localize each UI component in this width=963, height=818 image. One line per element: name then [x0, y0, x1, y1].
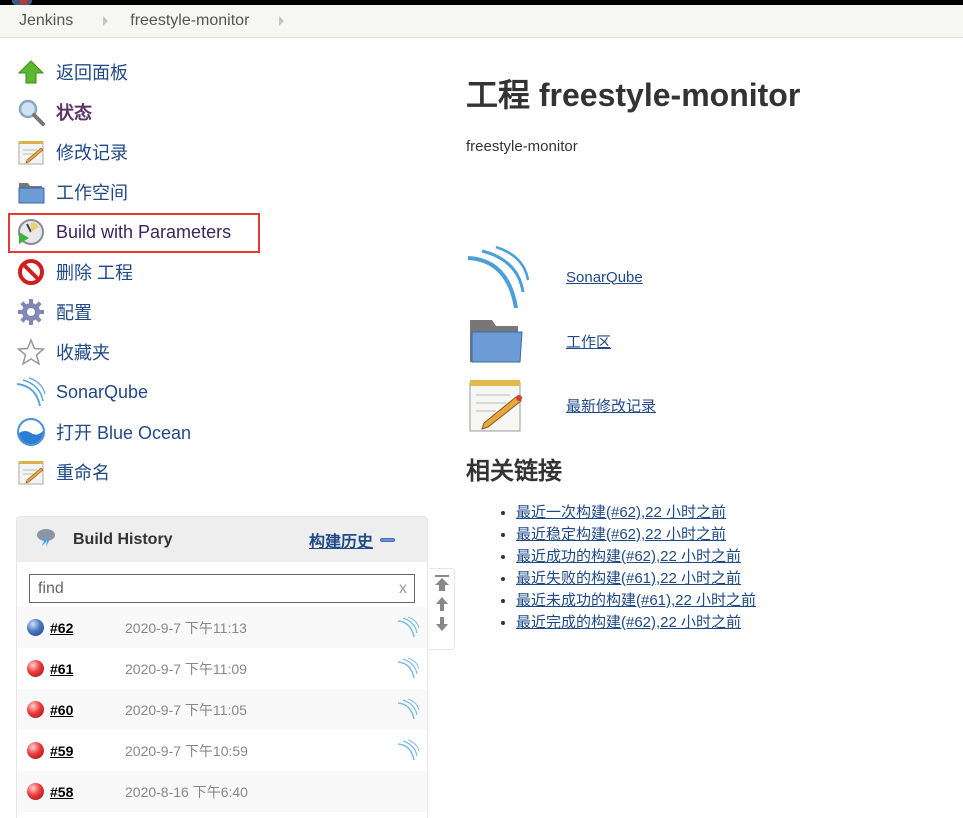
- sidebar-item-build-with-parameters[interactable]: Build with Parameters: [8, 212, 276, 253]
- page-up-icon[interactable]: [435, 597, 448, 611]
- build-row: #62 2020-9-7 下午11:13: [17, 607, 427, 648]
- sidebar-item-rename[interactable]: 重命名: [16, 452, 276, 492]
- sonarqube-icon[interactable]: [397, 739, 420, 766]
- breadcrumb: Jenkins freestyle-monitor: [0, 5, 963, 38]
- build-date[interactable]: 2020-9-7 下午11:09: [125, 659, 247, 679]
- sonarqube-icon: [16, 377, 46, 407]
- build-row: #61 2020-9-7 下午11:09: [17, 648, 427, 689]
- weather-cloud-icon: [35, 526, 57, 553]
- related-link[interactable]: 最近成功的构建(#62),22 小时之前: [516, 548, 741, 565]
- breadcrumb-project[interactable]: freestyle-monitor: [130, 12, 249, 30]
- breadcrumb-chevron-icon[interactable]: [279, 16, 285, 26]
- build-list: #62 2020-9-7 下午11:13 #61 2020-9-7 下午11:0…: [17, 607, 427, 812]
- build-search-input[interactable]: find x: [29, 574, 415, 603]
- related-links-title: 相关链接: [466, 458, 562, 485]
- build-date[interactable]: 2020-8-16 下午6:40: [125, 782, 248, 802]
- sonarqube-icon[interactable]: [466, 245, 546, 309]
- sidebar-item-favorite[interactable]: 收藏夹: [16, 332, 276, 372]
- sidebar-item-sonarqube[interactable]: SonarQube: [16, 372, 276, 412]
- up-arrow-icon: [16, 57, 46, 87]
- folder-icon: [16, 177, 46, 207]
- sidebar-item-blue-ocean[interactable]: 打开 Blue Ocean: [16, 412, 276, 452]
- build-number-link[interactable]: #58: [50, 784, 125, 800]
- gear-icon: [16, 297, 46, 327]
- related-link-item: 最近一次构建(#62),22 小时之前: [516, 502, 800, 524]
- page-top-icon[interactable]: [434, 575, 449, 591]
- related-link[interactable]: 最近稳定构建(#62),22 小时之前: [516, 526, 726, 543]
- page-title: 工程 freestyle-monitor: [466, 77, 801, 113]
- related-link[interactable]: 最近一次构建(#62),22 小时之前: [516, 504, 726, 521]
- sonarqube-icon[interactable]: [397, 657, 420, 684]
- related-link[interactable]: 最近失败的构建(#61),22 小时之前: [516, 570, 741, 587]
- notepad-icon: [16, 137, 46, 167]
- build-status-ball-icon: [27, 619, 44, 636]
- related-links-list: 最近一次构建(#62),22 小时之前最近稳定构建(#62),22 小时之前最近…: [466, 502, 800, 634]
- build-history-title: Build History: [73, 530, 173, 548]
- build-number-link[interactable]: #59: [50, 743, 125, 759]
- related-link[interactable]: 最近未成功的构建(#61),22 小时之前: [516, 592, 756, 609]
- build-number-link[interactable]: #61: [50, 661, 125, 677]
- project-actions: SonarQube 工作区 最新修改记录: [466, 245, 800, 437]
- breadcrumb-jenkins[interactable]: Jenkins: [19, 12, 73, 30]
- build-status-ball-icon: [27, 660, 44, 677]
- build-date[interactable]: 2020-9-7 下午11:05: [125, 700, 247, 720]
- related-link-item: 最近稳定构建(#62),22 小时之前: [516, 524, 800, 546]
- side-panel-tasks: 返回面板 状态 修改记录 工作空间 Build with Parameters …: [8, 52, 276, 492]
- build-trend-link[interactable]: 构建历史: [309, 528, 395, 552]
- breadcrumb-chevron-icon[interactable]: [103, 16, 109, 26]
- related-link[interactable]: 最近完成的构建(#62),22 小时之前: [516, 614, 741, 631]
- sonarqube-link[interactable]: SonarQube: [566, 269, 643, 286]
- main-panel: 工程 freestyle-monitor freestyle-monitor S…: [466, 60, 800, 634]
- action-recent-changes: 最新修改记录: [466, 373, 800, 437]
- collapse-minus-icon[interactable]: [380, 537, 395, 542]
- build-row: #58 2020-8-16 下午6:40: [17, 771, 427, 812]
- sonarqube-icon[interactable]: [397, 698, 420, 725]
- notepad-icon[interactable]: [466, 373, 546, 437]
- build-date[interactable]: 2020-9-7 下午11:13: [125, 618, 247, 638]
- build-status-ball-icon: [27, 742, 44, 759]
- sidebar-item-changes[interactable]: 修改记录: [16, 132, 276, 172]
- project-description: freestyle-monitor: [466, 138, 578, 155]
- search-icon: [16, 97, 46, 127]
- build-date[interactable]: 2020-9-7 下午10:59: [125, 741, 248, 761]
- related-link-item: 最近未成功的构建(#61),22 小时之前: [516, 590, 800, 612]
- sidebar-item-configure[interactable]: 配置: [16, 292, 276, 332]
- build-search-placeholder: find: [38, 579, 64, 597]
- build-status-ball-icon: [27, 701, 44, 718]
- folder-icon[interactable]: [466, 309, 546, 373]
- clear-search-button[interactable]: x: [399, 580, 407, 598]
- sidebar-item-status[interactable]: 状态: [16, 92, 276, 132]
- sonarqube-icon[interactable]: [397, 616, 420, 643]
- action-sonarqube: SonarQube: [466, 245, 800, 309]
- action-workspace: 工作区: [466, 309, 800, 373]
- build-number-link[interactable]: #60: [50, 702, 125, 718]
- build-trend-label: 构建历史: [308, 533, 373, 551]
- sidebar-item-back-to-dashboard[interactable]: 返回面板: [16, 52, 276, 92]
- star-icon: [16, 337, 46, 367]
- sidebar-item-workspace[interactable]: 工作空间: [16, 172, 276, 212]
- workspace-link[interactable]: 工作区: [566, 331, 611, 352]
- blue-ocean-icon: [16, 417, 46, 447]
- page-down-icon[interactable]: [435, 617, 448, 631]
- notepad-icon: [16, 457, 46, 487]
- build-number-link[interactable]: #62: [50, 620, 125, 636]
- related-link-item: 最近成功的构建(#62),22 小时之前: [516, 546, 800, 568]
- recent-changes-link[interactable]: 最新修改记录: [566, 395, 656, 416]
- build-history-header: Build History 构建历史: [17, 517, 427, 562]
- build-status-ball-icon: [27, 783, 44, 800]
- no-entry-icon: [16, 257, 46, 287]
- build-history-pager: [429, 568, 455, 650]
- related-link-item: 最近失败的构建(#61),22 小时之前: [516, 568, 800, 590]
- build-history-panel: Build History 构建历史 find x #62 2020-9-7 下…: [16, 516, 428, 818]
- build-row: #60 2020-9-7 下午11:05: [17, 689, 427, 730]
- build-row: #59 2020-9-7 下午10:59: [17, 730, 427, 771]
- clock-icon: [16, 217, 46, 247]
- related-link-item: 最近完成的构建(#62),22 小时之前: [516, 612, 800, 634]
- sidebar-item-delete-project[interactable]: 删除 工程: [16, 252, 276, 292]
